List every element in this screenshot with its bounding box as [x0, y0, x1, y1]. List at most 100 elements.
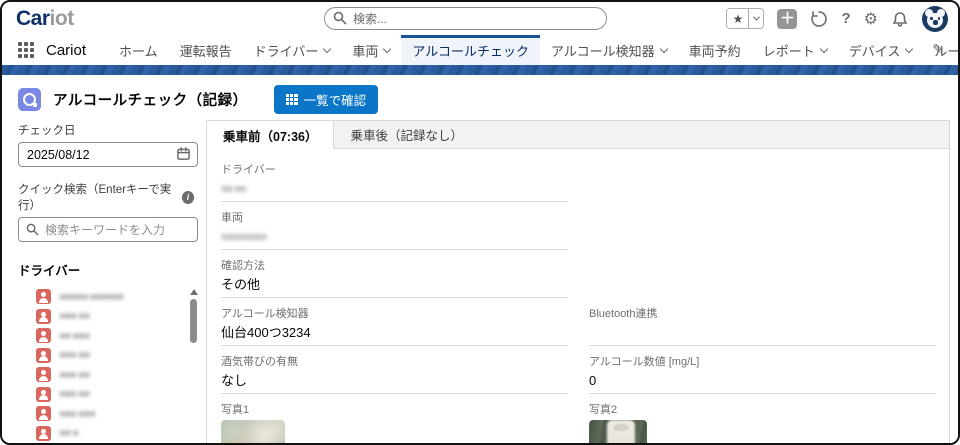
- record-tab-label: 乗車前（07:36）: [223, 126, 317, 145]
- nav-tab[interactable]: ホーム: [108, 35, 169, 65]
- app-name: Cariot: [46, 42, 86, 59]
- driver-name-redacted: ●●● ●●: [59, 349, 89, 361]
- check-date-label: チェック日: [18, 122, 198, 138]
- nav-tab[interactable]: ドライバー: [243, 35, 342, 65]
- scroll-up-arrow-icon[interactable]: [190, 289, 198, 295]
- nav-tab[interactable]: アルコールチェック: [401, 35, 540, 65]
- driver-list-item[interactable]: ●● ●: [36, 424, 198, 444]
- record-tab[interactable]: 乗車後（記録なし）: [334, 121, 479, 148]
- drivers-scrollbar[interactable]: [189, 287, 198, 445]
- driver-name-redacted: ●●● ●●●: [59, 408, 95, 420]
- help-icon[interactable]: ?: [841, 10, 850, 27]
- page-title: アルコールチェック（記録）: [53, 89, 248, 110]
- photo1-image: [221, 420, 285, 445]
- nav-tab[interactable]: 車両: [341, 35, 401, 65]
- app-launcher-icon[interactable]: [18, 42, 34, 58]
- field-vehicle-label: 車両: [221, 209, 567, 225]
- record-tab-label: 乗車後（記録なし）: [350, 125, 463, 144]
- filter-sidebar: チェック日 クイック検索（Enterキーで実行） i ドライバー: [2, 120, 206, 445]
- nav-tab-label: アルコールチェック: [412, 41, 529, 60]
- alcohol-check-object-icon: [18, 88, 41, 111]
- driver-person-icon: [36, 328, 51, 343]
- calendar-icon[interactable]: [177, 147, 190, 160]
- user-avatar[interactable]: [922, 6, 948, 32]
- nav-tab-label: アルコール検知器: [551, 41, 655, 60]
- favorites-combo: ★: [726, 8, 764, 29]
- driver-name-redacted: ●●● ●●: [59, 310, 89, 322]
- global-header: Cariot ★ ＋ ? ⚙: [2, 2, 958, 35]
- favorites-star-button[interactable]: ★: [727, 9, 749, 28]
- record-tab[interactable]: 乗車前（07:36）: [207, 121, 334, 149]
- global-actions-button[interactable]: ＋: [777, 9, 797, 29]
- alcohol-detector-device: [607, 420, 636, 445]
- check-date-input[interactable]: [18, 142, 198, 167]
- nav-tab[interactable]: デバイス: [838, 35, 924, 65]
- driver-list-item[interactable]: ●● ●●●: [36, 326, 198, 346]
- field-method-value: その他: [221, 276, 567, 294]
- global-search: [324, 7, 607, 30]
- setup-gear-icon[interactable]: ⚙: [864, 9, 878, 29]
- notifications-bell-icon[interactable]: [891, 10, 909, 28]
- field-drunk-value: なし: [221, 372, 567, 390]
- guidance-icon[interactable]: [810, 10, 828, 28]
- chevron-down-icon: [383, 44, 391, 52]
- nav-tab[interactable]: アルコール検知器: [540, 35, 678, 65]
- chevron-down-icon: [659, 44, 667, 52]
- photo1-thumbnail[interactable]: [221, 420, 285, 445]
- global-search-input[interactable]: [324, 7, 607, 30]
- record-tabs: 乗車前（07:36） 乗車後（記録なし）: [207, 121, 949, 149]
- nav-tab[interactable]: レポート: [752, 35, 838, 65]
- driver-list-item[interactable]: ●●●●● ●●●●●●: [36, 287, 198, 307]
- driver-name-redacted: ●●● ●●: [59, 369, 89, 381]
- search-icon: [26, 223, 39, 236]
- field-detector: アルコール検知器 仙台400つ3234: [221, 305, 567, 346]
- driver-list-item[interactable]: ●●● ●●: [36, 365, 198, 385]
- logo-text-primary: Car: [16, 7, 50, 30]
- cariot-logo: Cariot: [16, 7, 74, 31]
- field-photo1: 写真1: [221, 401, 567, 445]
- view-list-button[interactable]: 一覧で確認: [274, 85, 379, 114]
- nav-tab-label: 車両: [352, 41, 378, 60]
- driver-name-redacted: ●●●●● ●●●●●●: [59, 291, 123, 303]
- field-alcohol-number: 0: [589, 372, 935, 390]
- photo2-thumbnail[interactable]: [589, 420, 647, 445]
- field-bluetooth-label: Bluetooth連携: [589, 305, 935, 321]
- field-detector-value: 仙台400つ3234: [221, 324, 567, 342]
- field-vehicle-value: ●●●●●●●●: [221, 228, 567, 246]
- nav-tab-label: 車両予約: [689, 41, 741, 60]
- driver-name-redacted: ●● ●●●: [59, 330, 89, 342]
- nav-tab[interactable]: 車両予約: [678, 35, 752, 65]
- driver-list-item[interactable]: ●●● ●●●: [36, 404, 198, 424]
- driver-list-item[interactable]: ●●● ●●: [36, 346, 198, 366]
- nav-tab-label: デバイス: [849, 41, 901, 60]
- quick-search-label-row: クイック検索（Enterキーで実行） i: [18, 181, 198, 213]
- drivers-list-header: ドライバー: [18, 260, 198, 279]
- bear-face-icon: [927, 13, 943, 28]
- field-photo2-label: 写真2: [589, 401, 935, 417]
- record-fields: ドライバー ●● ●● 車両 ●●●●●●●● 確認方法 その他: [207, 149, 949, 445]
- nav-tab[interactable]: 運転報告: [169, 35, 243, 65]
- driver-person-icon: [36, 406, 51, 421]
- favorites-dropdown-button[interactable]: [749, 9, 763, 28]
- field-driver-value: ●● ●●: [221, 180, 567, 198]
- record-card: 乗車前（07:36） 乗車後（記録なし） ドライバー ●● ●● 車: [206, 120, 950, 445]
- driver-person-icon: [36, 426, 51, 441]
- driver-list-item[interactable]: ●●● ●●: [36, 307, 198, 327]
- field-method: 確認方法 その他: [221, 257, 567, 298]
- nav-tabs: ホーム 運転報告 ドライバー 車両: [108, 35, 960, 65]
- chevron-down-icon: [819, 44, 827, 52]
- nav-tab-label: ドライバー: [254, 41, 319, 60]
- scrollbar-thumb[interactable]: [190, 299, 197, 343]
- quick-search-label: クイック検索（Enterキーで実行）: [18, 181, 182, 213]
- driver-person-icon: [36, 289, 51, 304]
- chevron-down-icon: [905, 44, 913, 52]
- chevron-down-icon: [323, 44, 331, 52]
- logo-text-secondary: iot: [50, 7, 74, 30]
- drivers-list: ●●●●● ●●●●●● ●●● ●● ●● ●●●: [18, 287, 198, 445]
- nav-tab-label: レポート: [763, 41, 815, 60]
- quick-search-input[interactable]: [18, 217, 198, 242]
- field-photo2: 写真2: [589, 401, 935, 445]
- edit-nav-pencil-icon[interactable]: ✎: [932, 41, 944, 58]
- driver-list-item[interactable]: ●●● ●●: [36, 385, 198, 405]
- info-icon[interactable]: i: [182, 191, 194, 204]
